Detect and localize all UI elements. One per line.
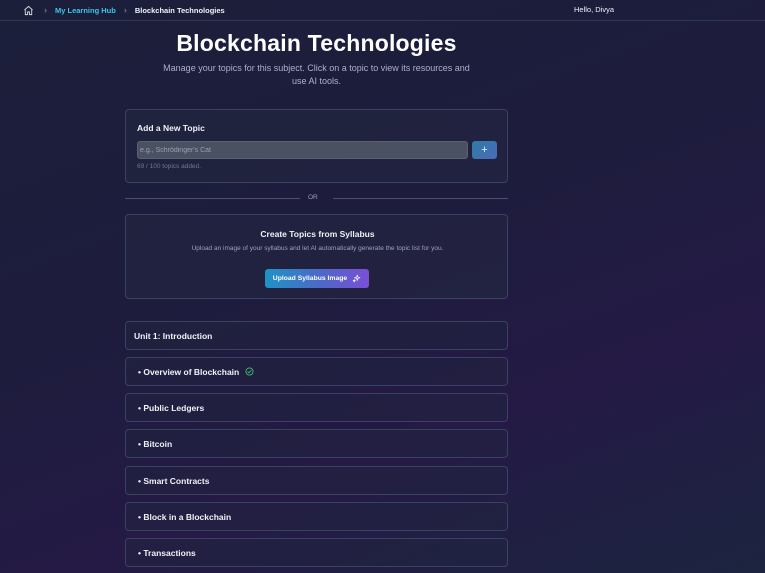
topic-block-in-a-blockchain[interactable]: • Block in a Blockchain <box>125 502 508 531</box>
topic-bitcoin[interactable]: • Bitcoin <box>125 429 508 458</box>
page-title: Blockchain Technologies <box>176 30 457 56</box>
topic-label: • Public Ledgers <box>138 402 205 413</box>
topic-public-ledgers[interactable]: • Public Ledgers <box>125 393 508 422</box>
upload-syllabus-button[interactable]: Upload Syllabus Image <box>265 269 369 288</box>
syllabus-description: Upload an image of your syllabus and let… <box>191 245 444 252</box>
or-divider: OR <box>125 193 508 203</box>
topic-overview-of-blockchain[interactable]: • Overview of Blockchain <box>125 357 508 386</box>
topic-label: • Block in a Blockchain <box>138 511 232 522</box>
new-topic-input[interactable] <box>137 141 468 159</box>
add-topic-heading: Add a New Topic <box>137 123 205 133</box>
top-navigation-bar: › My Learning Hub › Blockchain Technolog… <box>0 0 765 21</box>
chevron-right-icon: › <box>123 5 127 15</box>
or-label: OR <box>308 194 318 201</box>
topic-label: Unit 1: Introduction <box>134 330 213 341</box>
syllabus-upload-card: Create Topics from Syllabus Upload an im… <box>125 214 508 299</box>
add-topic-button[interactable]: + <box>472 141 497 159</box>
check-circle-icon <box>245 367 254 376</box>
topic-label: • Bitcoin <box>138 438 173 449</box>
topic-count: 69 / 100 topics added. <box>137 163 201 170</box>
topic-label: • Transactions <box>138 547 196 558</box>
topic-transactions[interactable]: • Transactions <box>125 538 508 567</box>
upload-syllabus-label: Upload Syllabus Image <box>272 275 348 282</box>
page-subtitle: Manage your topics for this subject. Cli… <box>163 63 470 86</box>
divider-line <box>125 198 300 199</box>
syllabus-heading: Create Topics from Syllabus <box>260 229 375 239</box>
chevron-right-icon: › <box>44 5 47 15</box>
breadcrumb-current-subject: Blockchain Technologies <box>134 5 225 15</box>
topic-label: • Smart Contracts <box>138 475 210 486</box>
divider-line <box>333 198 508 199</box>
breadcrumb-my-learning-hub[interactable]: My Learning Hub <box>55 6 116 15</box>
add-topic-card: Add a New Topic + 69 / 100 topics added. <box>125 109 508 183</box>
user-greeting: Hello, Divya <box>574 5 615 14</box>
sparkles-icon <box>352 274 361 283</box>
topic-label: • Overview of Blockchain <box>138 366 240 377</box>
topic-unit-1-introduction[interactable]: Unit 1: Introduction <box>125 321 508 350</box>
home-icon[interactable] <box>23 5 34 16</box>
topic-smart-contracts[interactable]: • Smart Contracts <box>125 466 508 495</box>
